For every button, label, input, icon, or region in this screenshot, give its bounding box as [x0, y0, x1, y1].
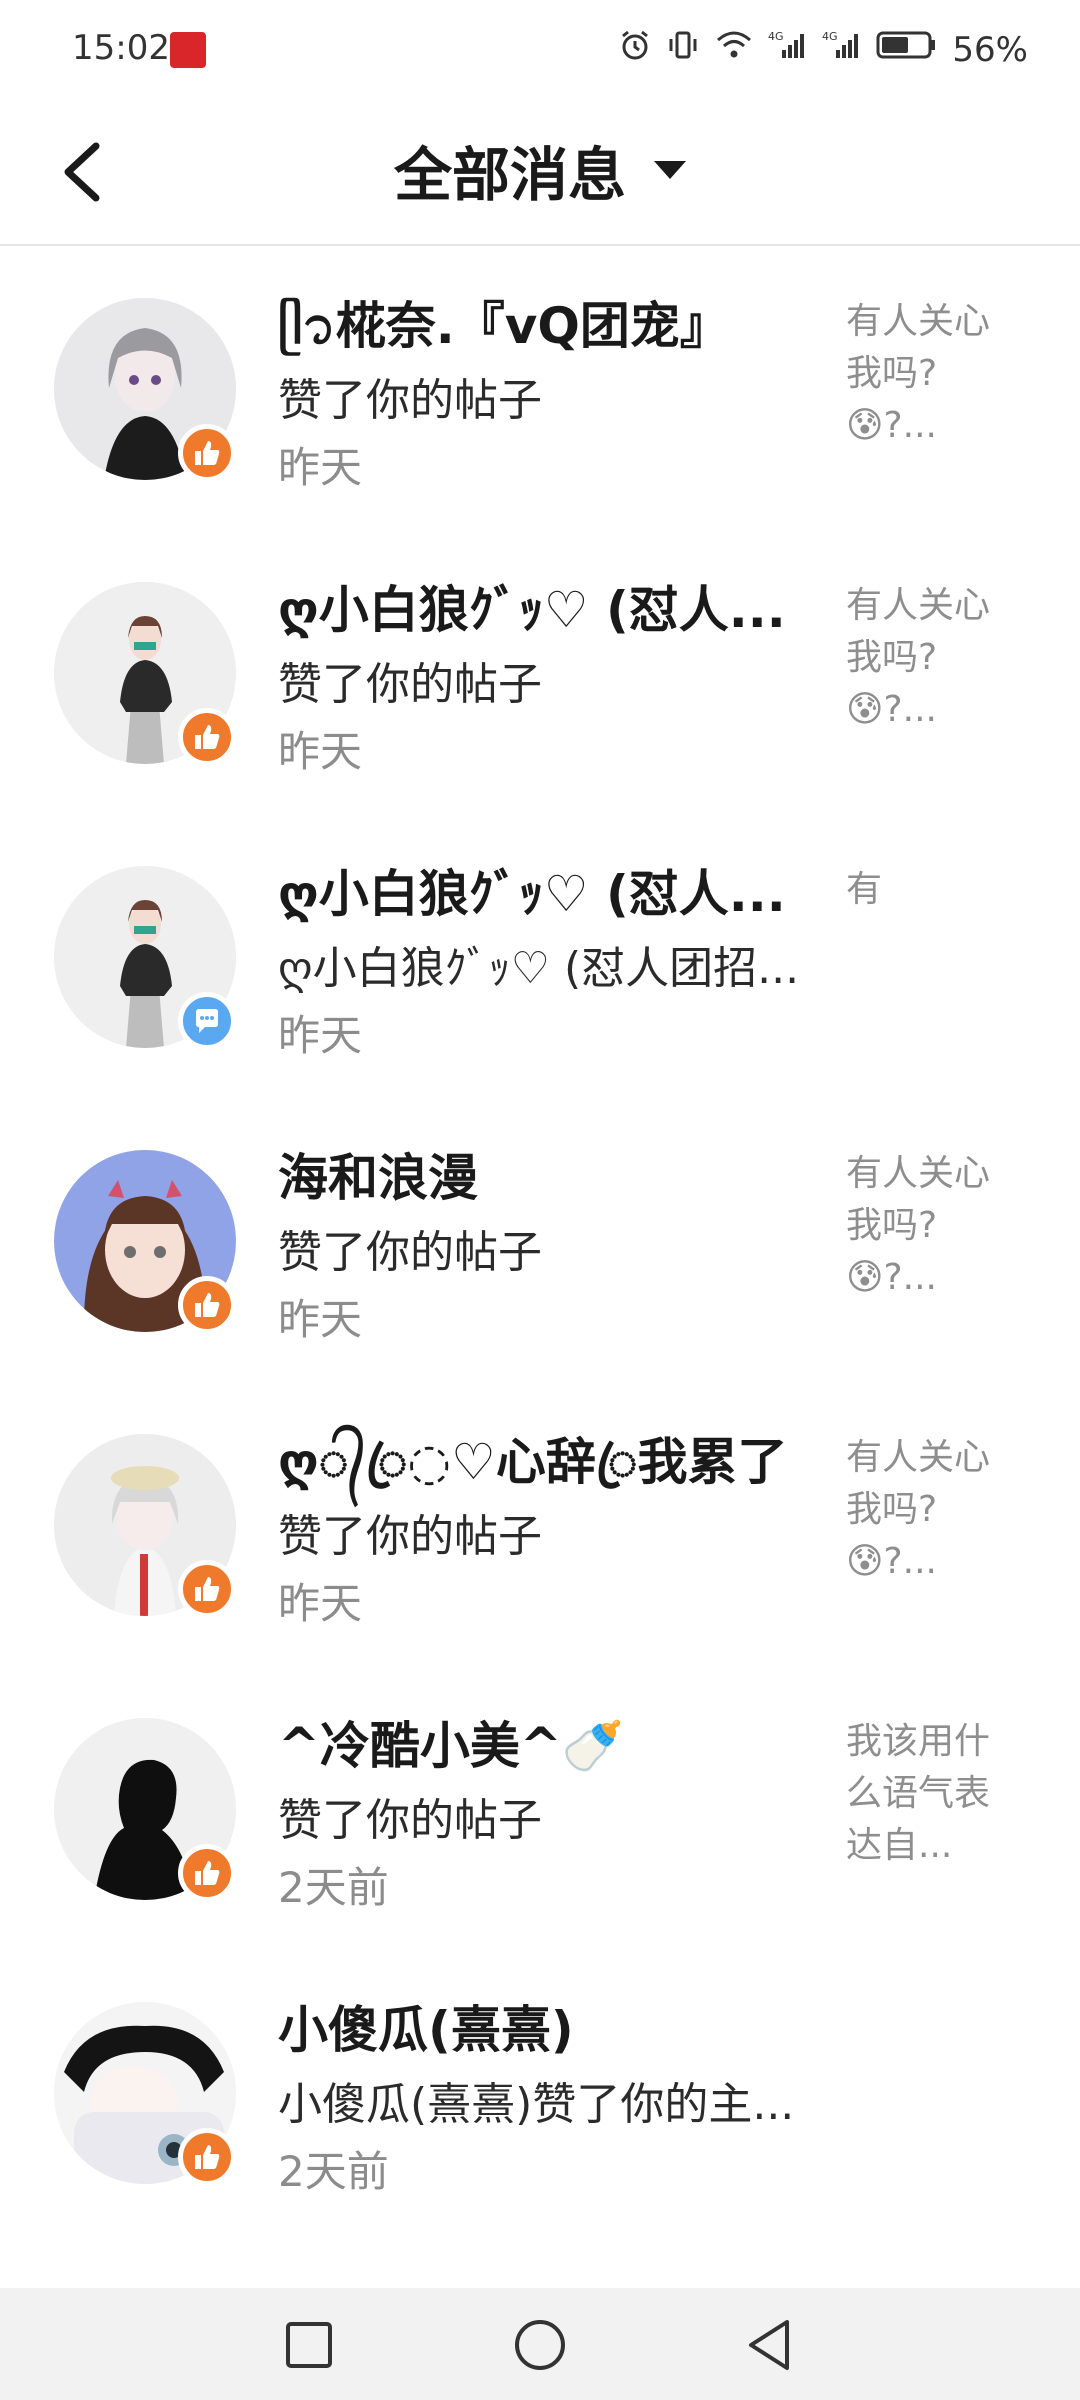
page-title: 全部消息 [393, 141, 626, 209]
like-badge [178, 2128, 236, 2186]
list-item[interactable]: ღ小白狼ｸﾞｯ♡ (怼人... ღ小白狼ｸﾞｯ♡ (怼人团招... 昨天 有 [0, 814, 1080, 1098]
message-action: 赞了你的帖子 [278, 375, 542, 426]
app-notification-icon [170, 32, 206, 68]
message-action: 小傻瓜(熹熹)赞了你的主... [278, 2079, 795, 2130]
svg-text:4G: 4G [822, 30, 838, 43]
message-time: 昨天 [278, 1295, 363, 1344]
like-badge [178, 1276, 236, 1334]
status-icons: 4G 4G 56% [618, 28, 1028, 71]
like-badge [178, 1560, 236, 1618]
svg-text:4G: 4G [768, 30, 784, 43]
thumbs-up-icon [195, 1577, 220, 1601]
message-time: 昨天 [278, 443, 363, 492]
sender-name: 海和浪漫 [278, 1149, 478, 1207]
message-action: ღ小白狼ｸﾞｯ♡ (怼人团招... [278, 943, 800, 994]
post-snippet: 有人关心我吗?😰?... [846, 585, 991, 730]
like-badge [178, 424, 236, 482]
recent-apps-button[interactable] [274, 2310, 344, 2380]
list-item[interactable]: 小傻瓜(熹熹) 小傻瓜(熹熹)赞了你的主... 2天前 [0, 1950, 1080, 2234]
message-time: 昨天 [278, 727, 363, 776]
message-action: 赞了你的帖子 [278, 1227, 542, 1278]
message-time: 昨天 [278, 1011, 363, 1060]
thumbs-up-icon [195, 2145, 220, 2169]
back-nav-button[interactable] [735, 2310, 805, 2380]
system-navigation-bar [0, 2288, 1080, 2400]
alarm-icon [618, 28, 652, 71]
battery-icon [876, 28, 938, 71]
status-time: 15:02 [72, 28, 170, 68]
top-bar: 全部消息 [0, 100, 1080, 246]
list-item[interactable]: ღ᭄ꦿ◌♡心辞ꦿ我累了 赞了你的帖子 昨天 有人关心我吗?😰?... [0, 1382, 1080, 1666]
wifi-icon [714, 28, 754, 71]
speech-bubble-icon [196, 1009, 218, 1033]
like-badge [178, 708, 236, 766]
home-button[interactable] [505, 2310, 575, 2380]
post-snippet: 有人关心我吗?😰?... [846, 1153, 991, 1298]
status-bar: 15:02 4G 4G 56% [0, 0, 1080, 100]
post-snippet: 有 [846, 869, 883, 910]
message-action: 赞了你的帖子 [278, 1795, 542, 1846]
thumbs-up-icon [195, 441, 220, 465]
message-time: 2天前 [278, 2147, 389, 2196]
triangle-back-icon [749, 2320, 789, 2370]
like-badge [178, 1844, 236, 1902]
caret-down-icon [654, 161, 686, 179]
post-snippet: 我该用什么语气表达自... [846, 1721, 991, 1866]
sender-name: ღ小白狼ｸﾞｯ♡ (怼人... [278, 865, 786, 923]
post-snippet: 有人关心我吗?😰?... [846, 1437, 991, 1582]
comment-badge [178, 992, 236, 1050]
list-item[interactable]: 海和浪漫 赞了你的帖子 昨天 有人关心我吗?😰?... [0, 1098, 1080, 1382]
list-item[interactable]: ᥫ᭡椛奈.『vQ团宠』 赞了你的帖子 昨天 有人关心我吗?😰?... [0, 246, 1080, 530]
sender-name: ^冷酷小美^🍼 [278, 1717, 625, 1775]
message-action: 赞了你的帖子 [278, 659, 542, 710]
list-item[interactable]: ღ小白狼ｸﾞｯ♡ (怼人... 赞了你的帖子 昨天 有人关心我吗?😰?... [0, 530, 1080, 814]
list-item[interactable]: ^冷酷小美^🍼 赞了你的帖子 2天前 我该用什么语气表达自... [0, 1666, 1080, 1950]
title-dropdown[interactable]: 全部消息 [0, 128, 1080, 212]
message-action: 赞了你的帖子 [278, 1511, 542, 1562]
cell-signal-icon-2: 4G [822, 28, 862, 71]
post-snippet: 有人关心我吗?😰?... [846, 301, 991, 446]
square-icon [286, 2322, 332, 2368]
battery-percent: 56% [952, 29, 1028, 70]
sender-name: ღ小白狼ｸﾞｯ♡ (怼人... [278, 581, 786, 639]
message-time: 昨天 [278, 1579, 363, 1628]
vibrate-icon [666, 28, 700, 71]
thumbs-up-icon [195, 1861, 220, 1885]
cell-signal-icon-1: 4G [768, 28, 808, 71]
thumbs-up-icon [195, 725, 220, 749]
message-time: 2天前 [278, 1863, 389, 1912]
thumbs-up-icon [195, 1293, 220, 1317]
sender-name: 小傻瓜(熹熹) [278, 2001, 574, 2059]
circle-icon [515, 2320, 565, 2370]
